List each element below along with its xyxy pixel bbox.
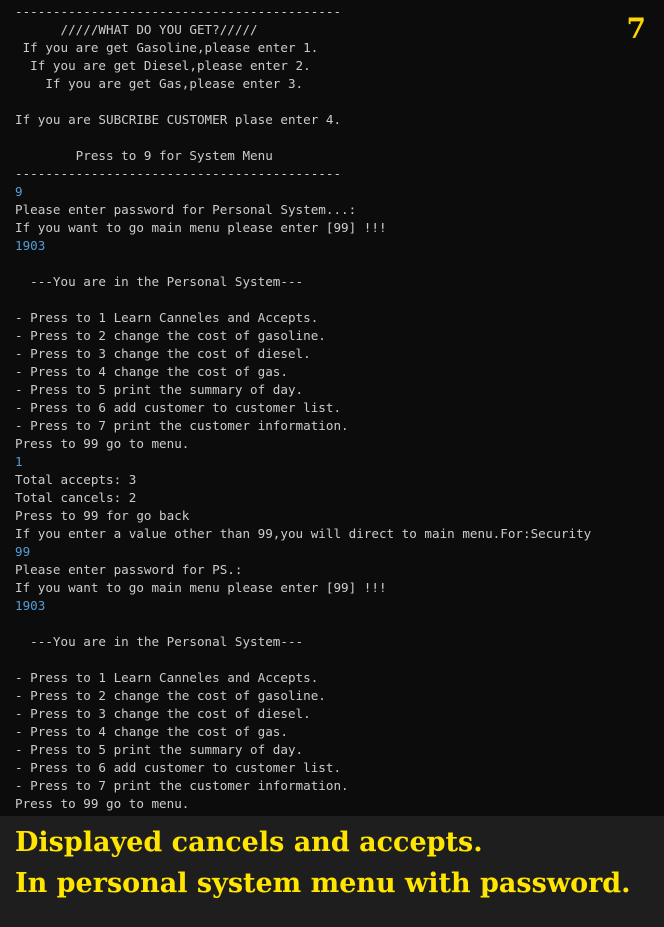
console-output-line: - Press to 5 print the summary of day.	[15, 382, 304, 397]
console-output-line: ---You are in the Personal System---	[15, 634, 304, 649]
console-output-line: - Press to 5 print the summary of day.	[15, 742, 304, 757]
console-output-line: Press to 99 for go back	[15, 508, 190, 523]
console-output-line: - Press to 4 change the cost of gas.	[15, 724, 288, 739]
caption: Displayed cancels and accepts. In person…	[15, 822, 660, 904]
console-input-line: 1	[15, 454, 23, 469]
console-output-line: - Press to 7 print the customer informat…	[15, 418, 349, 433]
console-output-line: If you are get Diesel,please enter 2.	[15, 58, 311, 73]
console-output-line: If you are get Gas,please enter 3.	[15, 76, 304, 91]
console-output-line: ---You are in the Personal System---	[15, 274, 304, 289]
console-output-line: Total cancels: 2	[15, 490, 137, 505]
console-output-line: /////WHAT DO YOU GET?/////	[15, 22, 258, 37]
console-input-line: 9	[15, 184, 23, 199]
console-output-line: - Press to 2 change the cost of gasoline…	[15, 328, 326, 343]
console-output-line: - Press to 3 change the cost of diesel.	[15, 706, 311, 721]
console-output-line: Press to 99 go to menu.	[15, 436, 190, 451]
console-output-line: ----------------------------------------…	[15, 4, 342, 19]
console-output-line: - Press to 3 change the cost of diesel.	[15, 346, 311, 361]
console-output-line: - Press to 1 Learn Canneles and Accepts.	[15, 670, 319, 685]
console-output-line: - Press to 1 Learn Canneles and Accepts.	[15, 310, 319, 325]
caption-line-2: In personal system menu with password.	[15, 868, 631, 899]
console-output-line: - Press to 6 add customer to customer li…	[15, 400, 342, 415]
console-input-line: 1903	[15, 598, 46, 613]
console-output-line: If you want to go main menu please enter…	[15, 220, 387, 235]
console-output-line: If you are SUBCRIBE CUSTOMER plase enter…	[15, 112, 342, 127]
console-output-line: Total accepts: 3	[15, 472, 137, 487]
console-input-line: 1903	[15, 238, 46, 253]
console-output-line: - Press to 4 change the cost of gas.	[15, 364, 288, 379]
console-output-line: Press to 99 go to menu.	[15, 796, 190, 811]
console-output-line: Please enter password for PS.:	[15, 562, 243, 577]
console-output-line: - Press to 2 change the cost of gasoline…	[15, 688, 326, 703]
console-window[interactable]: ----------------------------------------…	[0, 0, 664, 816]
console-output-line: If you enter a value other than 99,you w…	[15, 526, 592, 541]
slide-number: 7	[626, 12, 646, 45]
console-output-line: Press to 9 for System Menu	[15, 148, 273, 163]
console-output-line: - Press to 6 add customer to customer li…	[15, 760, 342, 775]
console-output-line: Please enter password for Personal Syste…	[15, 202, 357, 217]
console-output-line: If you are get Gasoline,please enter 1.	[15, 40, 319, 55]
console-output-line: - Press to 7 print the customer informat…	[15, 778, 349, 793]
caption-line-1: Displayed cancels and accepts.	[15, 827, 483, 858]
console-input-line: 99	[15, 544, 31, 559]
console-output: ----------------------------------------…	[15, 3, 591, 813]
console-output-line: ----------------------------------------…	[15, 166, 342, 181]
console-output-line: If you want to go main menu please enter…	[15, 580, 387, 595]
